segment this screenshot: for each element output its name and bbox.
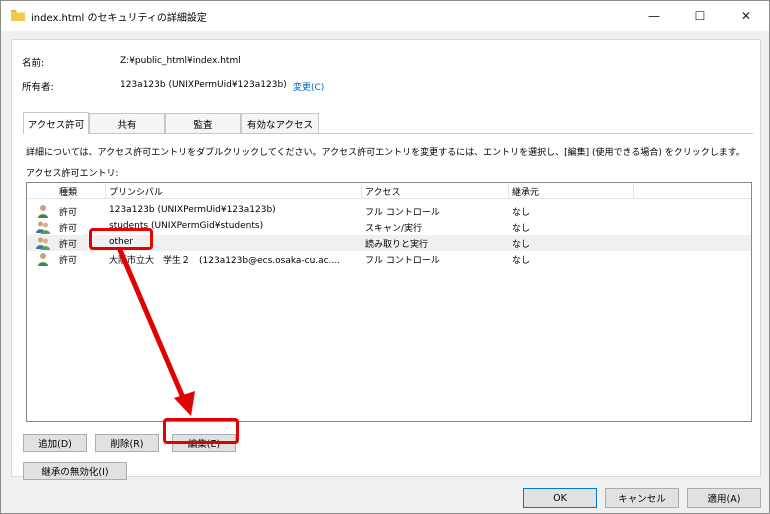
- owner-label: 所有者:: [22, 82, 54, 93]
- add-button[interactable]: 追加(D): [23, 434, 87, 452]
- table-row[interactable]: 許可 123a123b (UNIXPermUid¥123a123b) フル コン…: [27, 203, 751, 219]
- highlight-box-other-entry: [89, 228, 153, 250]
- dialog-client-area: 名前: Z:¥public_html¥index.html 所有者: 123a1…: [1, 31, 769, 513]
- security-dialog-window: index.html のセキュリティの詳細設定 — ☐ ✕ 名前: Z:¥pub…: [0, 0, 770, 514]
- tab-label: アクセス許可: [27, 119, 85, 131]
- disable-inheritance-button-label: 継承の無効化(I): [41, 467, 109, 478]
- column-separator[interactable]: [361, 184, 362, 198]
- column-header-type[interactable]: 種類: [59, 185, 77, 198]
- row-access: フル コントロール: [365, 256, 440, 266]
- row-principal: 123a123b (UNIXPermUid¥123a123b): [109, 205, 276, 215]
- tab-label: 共有: [117, 119, 137, 131]
- folder-icon: [11, 10, 25, 21]
- single-user-icon: [38, 205, 48, 218]
- change-owner-link[interactable]: 変更(C): [293, 80, 324, 93]
- tab-auditing[interactable]: 監査: [165, 113, 241, 133]
- tab-sharing[interactable]: 共有: [89, 113, 165, 133]
- apply-button[interactable]: 適用(A): [687, 488, 761, 508]
- add-button-label: 追加(D): [38, 439, 72, 450]
- ok-button[interactable]: OK: [523, 488, 597, 508]
- remove-button-label: 削除(R): [110, 439, 144, 450]
- tab-permissions[interactable]: アクセス許可: [23, 112, 89, 134]
- group-users-icon: [36, 237, 50, 250]
- row-inherited-from: なし: [512, 256, 531, 266]
- apply-button-label: 適用(A): [707, 494, 741, 505]
- highlight-box-edit-button: [163, 418, 239, 444]
- ok-button-label: OK: [553, 492, 567, 504]
- maximize-button[interactable]: ☐: [677, 1, 723, 31]
- tab-divider: [23, 133, 753, 134]
- cancel-button-label: キャンセル: [618, 494, 666, 505]
- remove-button[interactable]: 削除(R): [95, 434, 159, 452]
- column-header-access[interactable]: アクセス: [365, 185, 401, 198]
- info-text: 詳細については、アクセス許可エントリをダブルクリックしてください。アクセス許可エ…: [26, 148, 745, 158]
- single-user-icon: [38, 253, 48, 266]
- title-bar[interactable]: index.html のセキュリティの詳細設定 — ☐ ✕: [1, 1, 769, 31]
- group-users-icon: [36, 221, 50, 234]
- row-type: 許可: [59, 208, 78, 218]
- row-inherited-from: なし: [512, 224, 531, 234]
- close-icon: ✕: [740, 9, 752, 23]
- column-separator[interactable]: [508, 184, 509, 198]
- row-inherited-from: なし: [512, 240, 531, 250]
- row-access: フル コントロール: [365, 208, 440, 218]
- column-header-inherited-from[interactable]: 継承元: [512, 185, 539, 198]
- name-label: 名前:: [22, 58, 45, 69]
- minimize-button[interactable]: —: [631, 1, 677, 31]
- window-title: index.html のセキュリティの詳細設定: [31, 13, 207, 24]
- row-access: スキャン/実行: [365, 224, 423, 234]
- permission-entries-label: アクセス許可エントリ:: [26, 169, 119, 179]
- row-access: 読み取りと実行: [365, 240, 429, 250]
- row-inherited-from: なし: [512, 208, 531, 218]
- row-principal: 大阪市立大 学生２ (123a123b@ecs.osaka-cu.ac....: [109, 256, 341, 266]
- disable-inheritance-button[interactable]: 継承の無効化(I): [23, 462, 127, 480]
- column-separator[interactable]: [633, 184, 634, 198]
- close-button[interactable]: ✕: [723, 1, 769, 31]
- minimize-icon: —: [648, 9, 660, 23]
- row-type: 許可: [59, 256, 78, 266]
- maximize-icon: ☐: [694, 9, 706, 23]
- tab-label: 監査: [193, 119, 213, 131]
- column-separator[interactable]: [105, 184, 106, 198]
- row-type: 許可: [59, 240, 78, 250]
- tab-effective-access[interactable]: 有効なアクセス: [241, 113, 319, 133]
- permission-entries-list[interactable]: 種類 プリンシパル アクセス 継承元 許可 123a123b (UNIXPerm…: [26, 182, 752, 422]
- table-row[interactable]: 許可 大阪市立大 学生２ (123a123b@ecs.osaka-cu.ac..…: [27, 251, 751, 267]
- owner-value: 123a123b (UNIXPermUid¥123a123b): [120, 80, 287, 90]
- name-value: Z:¥public_html¥index.html: [120, 56, 241, 66]
- list-header: 種類 プリンシパル アクセス 継承元: [27, 183, 751, 199]
- row-type: 許可: [59, 224, 78, 234]
- cancel-button[interactable]: キャンセル: [605, 488, 679, 508]
- content-panel: 名前: Z:¥public_html¥index.html 所有者: 123a1…: [11, 39, 761, 480]
- tab-label: 有効なアクセス: [246, 119, 314, 131]
- column-header-principal[interactable]: プリンシパル: [109, 185, 163, 198]
